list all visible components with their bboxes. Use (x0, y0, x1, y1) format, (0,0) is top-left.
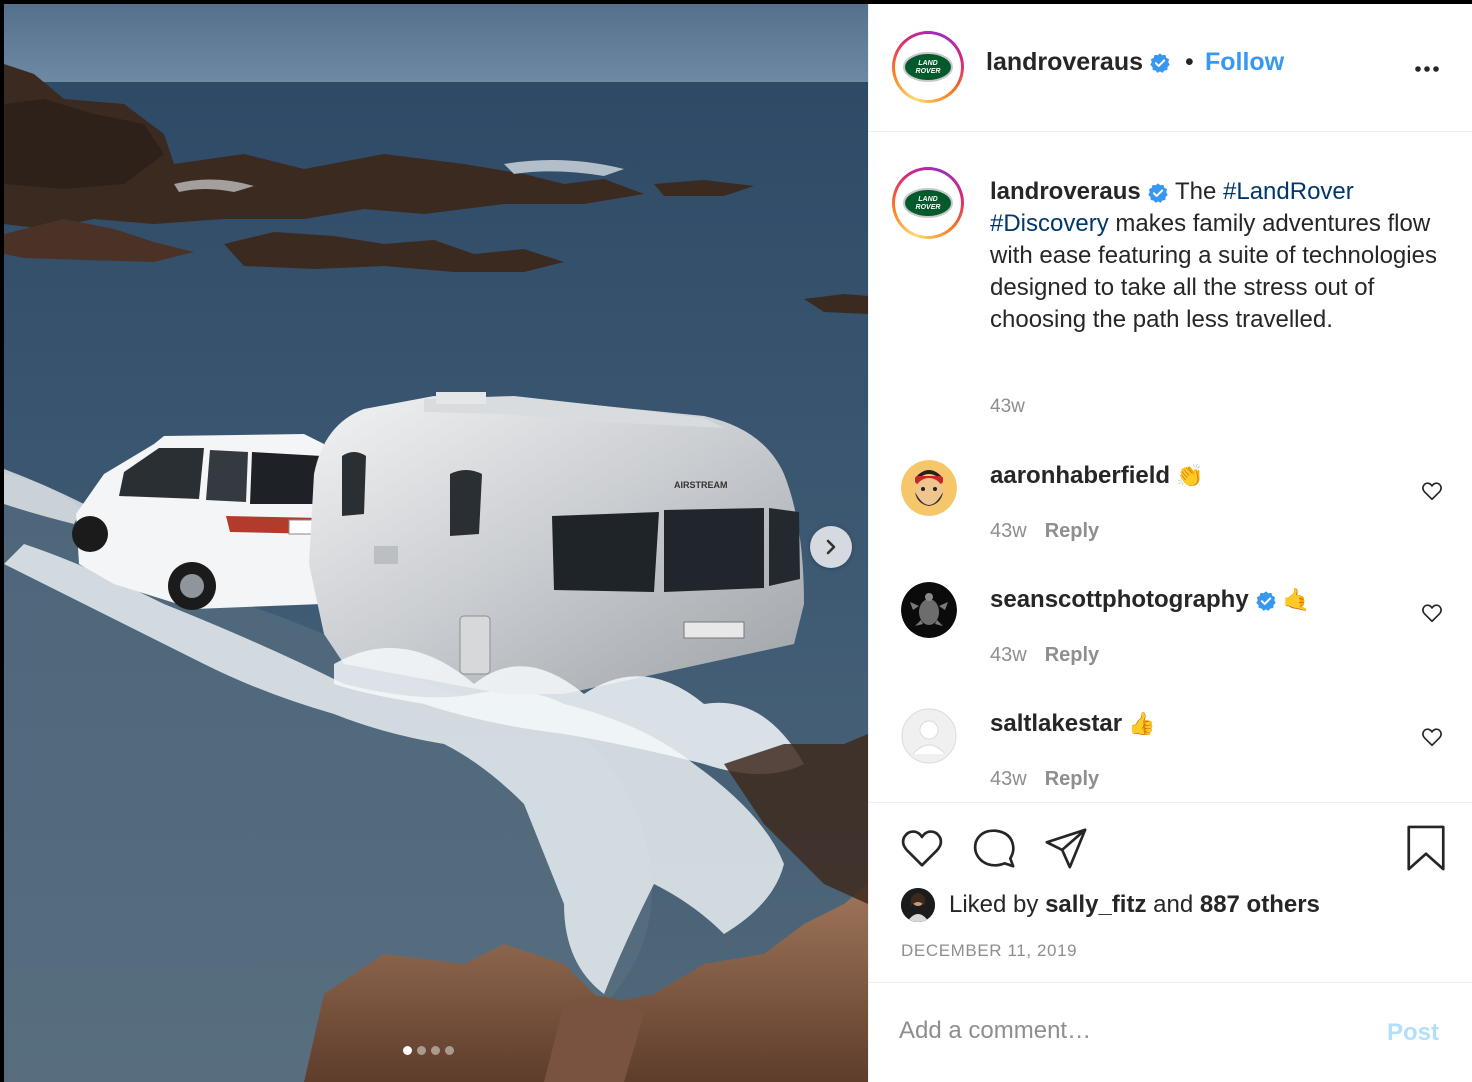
verified-badge-icon (1255, 591, 1276, 611)
post-photo[interactable]: AIRSTREAM (4, 4, 868, 1082)
heart-icon[interactable] (1421, 480, 1443, 502)
reply-button[interactable]: Reply (1045, 768, 1099, 790)
liker-username[interactable]: sally_fitz (1045, 891, 1146, 919)
post-actions: Liked by sally_fitz and 887 others DECEM… (869, 802, 1472, 982)
carousel-dot (417, 1046, 426, 1055)
carousel-next-button[interactable] (810, 526, 852, 568)
commenter-avatar[interactable] (901, 460, 957, 516)
land-rover-logo-icon: LAND ROVER (903, 52, 953, 82)
carousel-dot (445, 1046, 454, 1055)
comment-username-row: aaronhaberfield 👏 (990, 462, 1203, 490)
logo-text-bottom: ROVER (916, 68, 941, 75)
caption-timestamp[interactable]: 43w (990, 396, 1025, 418)
comment-username-row: saltlakestar 👍 (990, 710, 1156, 738)
verified-badge-icon (1150, 53, 1170, 74)
commenter-avatar[interactable] (901, 582, 957, 638)
heart-icon[interactable] (1421, 602, 1443, 624)
header-separator: • (1185, 48, 1194, 76)
caption-text: landroveraus The #LandRover #Discovery m… (990, 176, 1440, 336)
likes-conjunction: and (1153, 891, 1194, 918)
follow-button[interactable]: Follow (1205, 48, 1284, 77)
avatar-inner: LAND ROVER (895, 34, 961, 100)
comment-meta: 43w Reply (990, 520, 1099, 543)
likes-prefix: Liked by (949, 891, 1039, 918)
likes-count[interactable]: 887 others (1200, 891, 1320, 919)
reply-button[interactable]: Reply (1045, 644, 1099, 666)
avatar-inner: LAND ROVER (895, 170, 961, 236)
turtle-avatar-icon (901, 582, 957, 638)
comment-item: seanscottphotography 🤙 43w Reply (869, 576, 1472, 688)
land-rover-logo-avatar: LAND ROVER (898, 173, 958, 233)
logo-text-bottom: ROVER (916, 204, 941, 211)
comment-input[interactable] (899, 1011, 1359, 1051)
likes-summary: Liked by sally_fitz and 887 others (901, 887, 1320, 923)
caption-username[interactable]: landroveraus (990, 178, 1141, 205)
thumbs-up-emoji: 👍 (1128, 711, 1156, 736)
logo-text-top: LAND (918, 60, 937, 67)
caption-story-ring[interactable]: LAND ROVER (892, 167, 964, 239)
land-rover-logo-avatar: LAND ROVER (898, 37, 958, 97)
post-comment-button[interactable]: Post (1387, 1019, 1439, 1047)
like-heart-icon[interactable] (899, 825, 945, 871)
share-paper-plane-icon[interactable] (1043, 825, 1089, 871)
comment-username-row: seanscottphotography 🤙 (990, 586, 1310, 614)
more-options-icon[interactable] (1412, 54, 1442, 84)
story-ring[interactable]: LAND ROVER (892, 31, 964, 103)
comment-time[interactable]: 43w (990, 644, 1027, 666)
save-bookmark-icon[interactable] (1403, 825, 1449, 871)
heart-icon[interactable] (1421, 726, 1443, 748)
liker-avatar-icon (901, 888, 935, 922)
logo-text-top: LAND (918, 196, 937, 203)
carousel-dot (431, 1046, 440, 1055)
add-comment-bar: Post (869, 982, 1472, 1082)
instagram-post: AIRSTREAM LAND ROVER landroveraus • Foll… (0, 0, 1472, 1082)
liker-avatar[interactable] (901, 888, 935, 922)
photo-scene: AIRSTREAM (4, 4, 868, 1082)
hashtag-landrover[interactable]: #LandRover (1223, 178, 1354, 205)
post-side-panel: LAND ROVER landroveraus • Follow LAND RO… (868, 4, 1472, 1082)
land-rover-logo-icon: LAND ROVER (903, 188, 953, 218)
bearded-man-avatar-icon (901, 460, 957, 516)
comment-username[interactable]: aaronhaberfield (990, 462, 1170, 489)
trailer-brand-text: AIRSTREAM (674, 480, 728, 490)
comment-item: aaronhaberfield 👏 43w Reply (869, 452, 1472, 564)
commenter-avatar[interactable] (901, 708, 957, 764)
username-text[interactable]: landroveraus (986, 48, 1143, 76)
comment-time[interactable]: 43w (990, 768, 1027, 790)
hashtag-discovery[interactable]: #Discovery (990, 210, 1109, 237)
header-username[interactable]: landroveraus (986, 48, 1171, 77)
verified-badge-icon (1148, 183, 1168, 203)
call-me-hand-emoji: 🤙 (1282, 587, 1311, 612)
reply-button[interactable]: Reply (1045, 520, 1099, 542)
comment-username[interactable]: seanscottphotography (990, 586, 1249, 613)
post-date[interactable]: DECEMBER 11, 2019 (901, 941, 1077, 961)
caption-word: The (1174, 178, 1217, 205)
chevron-right-icon (826, 539, 836, 555)
comment-meta: 43w Reply (990, 768, 1099, 791)
comment-meta: 43w Reply (990, 644, 1099, 667)
comment-bubble-icon[interactable] (971, 825, 1017, 871)
default-user-avatar-icon (901, 708, 957, 764)
carousel-dot (403, 1046, 412, 1055)
comment-username[interactable]: saltlakestar (990, 710, 1122, 737)
comment-time[interactable]: 43w (990, 520, 1027, 542)
clapping-hands-emoji: 👏 (1176, 463, 1204, 488)
comment-item: saltlakestar 👍 43w Reply (869, 700, 1472, 812)
post-header: LAND ROVER landroveraus • Follow (869, 4, 1472, 132)
carousel-dots (403, 1046, 454, 1055)
